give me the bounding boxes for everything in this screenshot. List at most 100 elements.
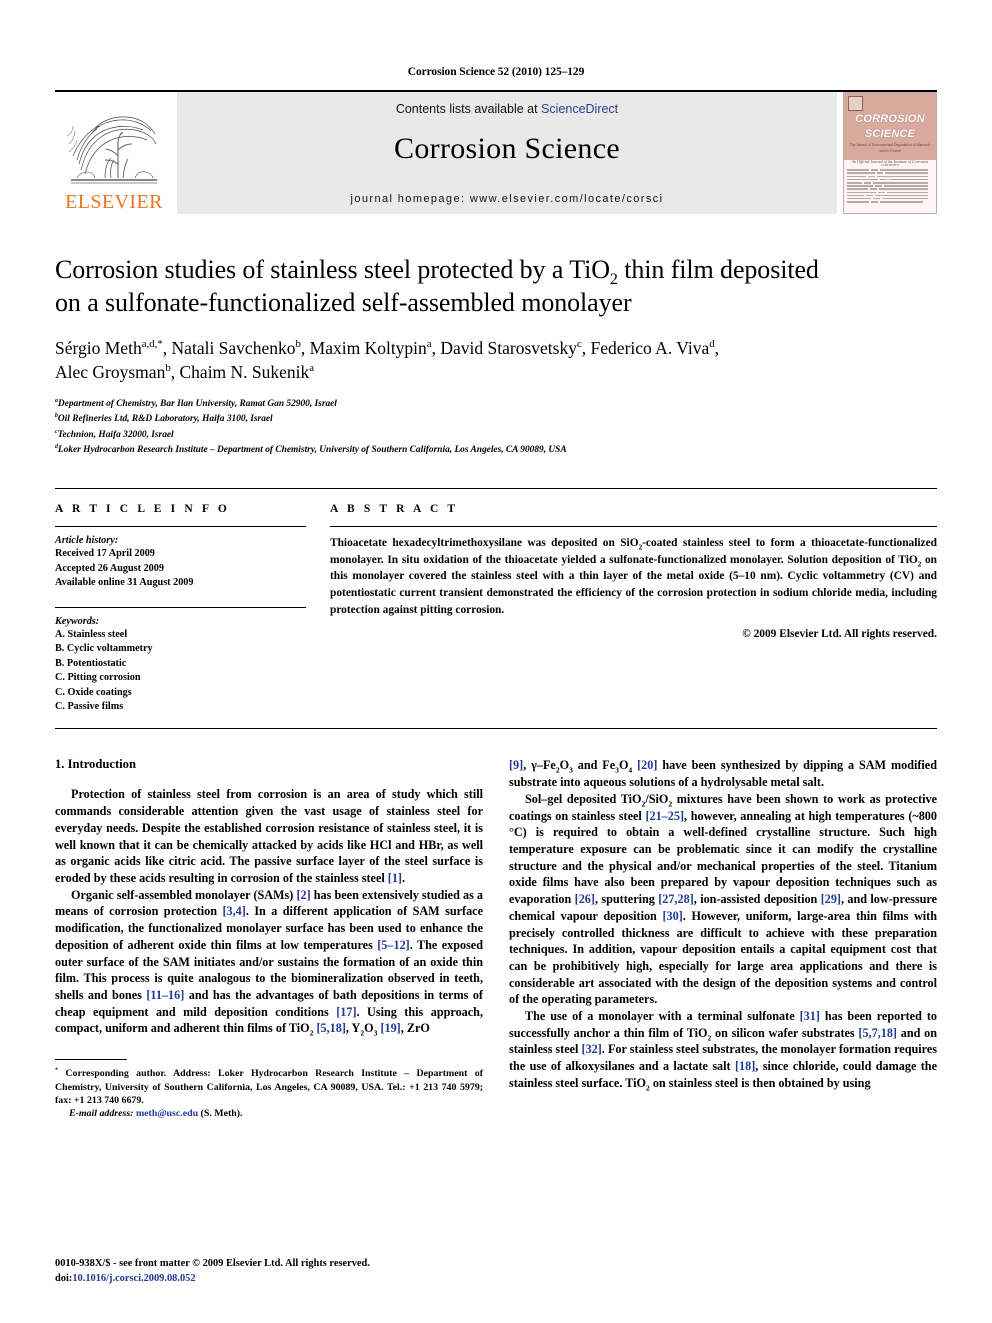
cover-contents-row — [847, 181, 933, 184]
sciencedirect-link[interactable]: ScienceDirect — [541, 102, 618, 116]
cover-contents-row — [847, 172, 933, 174]
keyword-item: C. Passive films — [55, 701, 124, 712]
paragraph: Protection of stainless steel from corro… — [55, 786, 483, 886]
elsevier-tree-icon — [66, 116, 157, 184]
doi-link[interactable]: 10.1016/j.corsci.2009.08.052 — [72, 1273, 195, 1284]
elsevier-wordmark: ELSEVIER — [65, 191, 163, 213]
paragraph: Sol–gel deposited TiO2/SiO2 mixtures hav… — [509, 791, 937, 1008]
author-name[interactable]: Natali Savchenko — [172, 338, 296, 358]
paragraph-text: , sputtering — [594, 892, 659, 907]
body-right-column: [9], γ–Fe2O3 and Fe3O4 [20] have been sy… — [509, 757, 937, 1120]
citation-ref[interactable]: [9] — [509, 758, 523, 772]
paragraph-text: Protection of stainless steel from corro… — [55, 787, 483, 885]
affiliation-text: Oil Refineries Ltd, R&D Laboratory, Haif… — [57, 414, 273, 425]
cover-contents-row — [847, 188, 933, 190]
affiliation-item: aDepartment of Chemistry, Bar Ilan Unive… — [55, 397, 937, 412]
affiliation-list: aDepartment of Chemistry, Bar Ilan Unive… — [55, 397, 937, 458]
author-separator: , — [170, 362, 180, 383]
keyword-item: B. Cyclic voltammetry — [55, 643, 153, 655]
paragraph-text: Sol–gel deposited TiO — [525, 791, 642, 806]
citation-ref[interactable]: [2] — [296, 888, 310, 902]
author-name[interactable]: Alec Groysman — [55, 362, 165, 382]
citation-ref[interactable]: [21–25] — [645, 809, 684, 823]
citation-ref[interactable]: [31] — [800, 1009, 820, 1023]
title-subscript: 2 — [609, 271, 618, 289]
author-affiliation-mark: a,d,* — [141, 337, 163, 350]
article-history-item: Available online 31 August 2009 — [55, 577, 194, 589]
author-separator: , — [581, 337, 591, 358]
citation-ref[interactable]: [3,4] — [222, 904, 245, 918]
paragraph-text: , ZrO — [400, 1021, 430, 1036]
author-name[interactable]: Sérgio Meth — [55, 338, 142, 358]
author-name[interactable]: Federico A. Viva — [591, 338, 710, 358]
citation-ref[interactable]: [26] — [575, 892, 595, 906]
cover-top-panel: CORROSION SCIENCE The Journal of Environ… — [844, 93, 936, 164]
affiliation-text: Loker Hydrocarbon Research Institute – D… — [57, 444, 567, 455]
divider — [55, 606, 306, 608]
citation-ref[interactable]: [17] — [336, 1005, 356, 1019]
copyright-line: © 2009 Elsevier Ltd. All rights reserved… — [742, 628, 937, 641]
paragraph: Organic self-assembled monolayer (SAMs) … — [55, 887, 483, 1037]
citation-ref[interactable]: [11–16] — [146, 988, 184, 1002]
cover-society-line: An Official Journal of the Institute of … — [851, 159, 929, 165]
paragraph-text: on silicon wafer substrates — [711, 1025, 859, 1040]
paragraph: [9], γ–Fe2O3 and Fe3O4 [20] have been sy… — [509, 757, 937, 790]
keyword-item: C. Pitting corrosion — [55, 672, 141, 684]
citation-ref[interactable]: [30] — [662, 909, 682, 923]
article-history-label: Article history: — [55, 535, 119, 547]
author-separator: , — [162, 337, 172, 358]
paragraph: The use of a monolayer with a terminal s… — [509, 1008, 937, 1092]
paragraph-text: /SiO — [645, 791, 669, 806]
paragraph-text: and Fe — [572, 758, 616, 773]
email-label: E-mail address: — [69, 1108, 134, 1120]
corresponding-author-footnote: * Corresponding author. Address: Loker H… — [55, 1067, 483, 1121]
issn-copyright-line: 0010-938X/$ - see front matter © 2009 El… — [55, 1258, 370, 1270]
author-name[interactable]: David Starosvetsky — [440, 338, 577, 358]
affiliation-item: bOil Refineries Ltd, R&D Laboratory, Hai… — [55, 412, 937, 427]
author-list: Sérgio Metha,d,*, Natali Savchenkob, Max… — [55, 336, 937, 386]
journal-title: Corrosion Science — [394, 132, 620, 165]
email-link[interactable]: meth@usc.edu — [136, 1108, 198, 1119]
cover-title-line1: CORROSION — [855, 113, 925, 125]
citation-ref[interactable]: [1] — [388, 871, 402, 885]
paragraph-text: O — [618, 758, 629, 773]
abstract-text: Thioacetate hexadecyltrimethoxysilane wa… — [330, 535, 937, 618]
affiliation-text: Department of Chemistry, Bar Ilan Univer… — [57, 399, 337, 410]
author-name[interactable]: Maxim Koltypin — [310, 338, 427, 358]
citation-ref[interactable]: [5,7,18] — [858, 1026, 897, 1040]
citation-ref[interactable]: [20] — [637, 758, 657, 772]
contents-prefix: Contents lists available at — [395, 102, 542, 116]
article-history-item: Accepted 26 August 2009 — [55, 562, 164, 574]
citation-ref[interactable]: [32] — [582, 1042, 602, 1056]
body-columns: 1. Introduction Protection of stainless … — [55, 757, 937, 1120]
citation-ref[interactable]: [19] — [380, 1021, 400, 1035]
keyword-item: A. Stainless steel — [55, 628, 128, 640]
info-abstract-band: A R T I C L E I N F O Article history: R… — [55, 488, 937, 730]
paragraph-text: . However, uniform, large-area thin film… — [509, 908, 937, 1007]
email-author: (S. Meth). — [198, 1108, 243, 1120]
paragraph-text: , γ–Fe — [523, 758, 556, 773]
paragraph-text: O — [364, 1021, 374, 1036]
author-separator: , — [714, 337, 720, 358]
paragraph-text: The use of a monolayer with a terminal s… — [525, 1009, 800, 1024]
paragraph-text: O — [559, 758, 570, 773]
author-name[interactable]: Chaim N. Sukenik — [180, 362, 310, 382]
cover-contents-row — [847, 169, 933, 171]
paragraph-text: . — [402, 871, 406, 885]
journal-cover-thumbnail[interactable]: CORROSION SCIENCE The Journal of Environ… — [843, 92, 937, 214]
cover-contents-row — [847, 178, 933, 181]
citation-ref[interactable]: [27,28] — [658, 892, 694, 906]
article-page: Corrosion Science 52 (2010) 125–129 ELSE… — [0, 0, 992, 1323]
citation-ref[interactable]: [29] — [821, 892, 841, 906]
journal-homepage-link[interactable]: journal homepage: www.elsevier.com/locat… — [177, 193, 837, 205]
divider — [330, 526, 937, 528]
citation-ref[interactable]: [5,18] — [316, 1021, 345, 1035]
citation-ref[interactable]: [5–12] — [377, 938, 410, 952]
masthead-center-panel: Contents lists available at ScienceDirec… — [177, 92, 837, 214]
paragraph-text: , Y — [345, 1021, 361, 1036]
running-head: Corrosion Science 52 (2010) 125–129 — [407, 66, 585, 78]
paragraph-text: , ion-assisted deposition — [693, 892, 821, 907]
citation-ref[interactable]: [18] — [735, 1059, 755, 1073]
footnote-divider — [55, 1059, 127, 1061]
cover-contents-panel: CONTENTS — [844, 160, 936, 213]
